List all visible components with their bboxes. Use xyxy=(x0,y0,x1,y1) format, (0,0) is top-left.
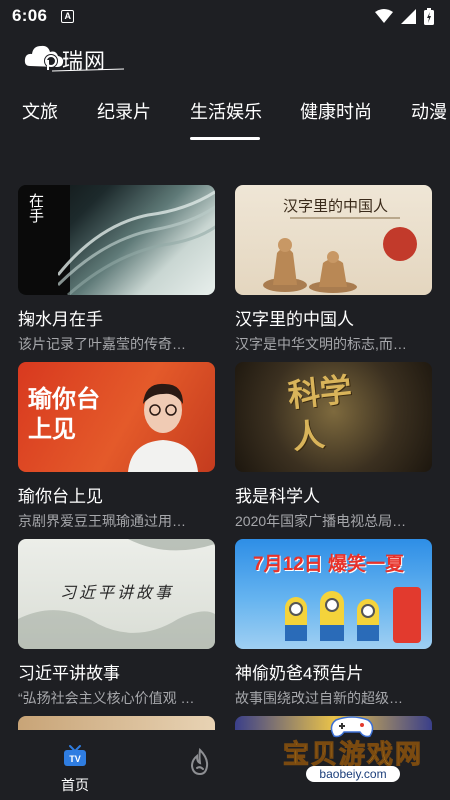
video-description: 京剧界爱豆王珮瑜通过用… xyxy=(18,513,186,529)
video-title: 神偷奶爸4预告片 xyxy=(235,664,364,683)
thumbnail-caption: 7月12日 爆笑一夏 xyxy=(253,554,404,575)
video-card[interactable]: 科学人 我是科学人 2020年国家广播电视总局… xyxy=(235,362,432,531)
app-logo: 瑞网 xyxy=(24,40,124,74)
site-watermark: 宝贝游戏网 baobeiy.com xyxy=(278,716,428,786)
notification-icon: A xyxy=(61,9,75,23)
video-title: 我是科学人 xyxy=(235,487,320,506)
video-description: 2020年国家广播电视总局… xyxy=(235,513,407,529)
video-card[interactable]: 习近平讲故事 习近平讲故事 “弘扬社会主义核心价值观 … xyxy=(18,539,215,708)
nav-hot[interactable] xyxy=(188,747,212,776)
thumbnail-caption: 汉字里的中国人 xyxy=(283,197,389,215)
video-title: 汉字里的中国人 xyxy=(235,310,354,329)
tab-health-fashion[interactable]: 健康时尚 xyxy=(300,98,372,124)
video-thumbnail[interactable]: 汉字里的中国人 xyxy=(235,185,432,295)
video-thumbnail[interactable]: 瑜你台上见 xyxy=(18,362,215,472)
video-description: 汉字是中华文明的标志,而… xyxy=(235,336,407,352)
thumbnail-caption: 瑜你台上见 xyxy=(28,384,100,443)
flame-icon xyxy=(190,747,209,776)
tv-badge: TV xyxy=(69,754,81,764)
video-description: 故事围绕改过自新的超级… xyxy=(235,690,403,706)
thumbnail-caption: 在手 xyxy=(27,193,45,223)
video-card[interactable]: 7月12日 爆笑一夏 神偷奶爸4预告片 故事围绕改过自新的超级… xyxy=(235,539,432,708)
tab-wenlv[interactable]: 文旅 xyxy=(22,98,58,124)
video-title: 瑜你台上见 xyxy=(18,487,103,506)
status-icons xyxy=(375,7,434,25)
nav-home-label: 首页 xyxy=(61,777,89,793)
video-title: 习近平讲故事 xyxy=(18,664,120,683)
video-description: 该片记录了叶嘉莹的传奇… xyxy=(18,336,186,352)
nav-home[interactable]: TV 首页 xyxy=(56,744,94,795)
video-description: “弘扬社会主义核心价值观 … xyxy=(18,690,195,706)
tab-anime[interactable]: 动漫 xyxy=(411,98,447,124)
video-card[interactable]: 汉字里的中国人 汉字里的中国人 汉字是中华文明的标志,而… xyxy=(235,185,432,354)
thumbnail-caption: 习近平讲故事 xyxy=(60,583,175,602)
status-bar: 6:06 A xyxy=(0,0,450,32)
category-tabs: 文旅 纪录片 生活娱乐 健康时尚 动漫 xyxy=(0,92,450,140)
video-thumbnail[interactable]: 在手 xyxy=(18,185,215,295)
active-tab-indicator xyxy=(190,137,260,140)
video-title: 掬水月在手 xyxy=(18,310,103,329)
red-seal-icon xyxy=(383,227,417,261)
tv-icon: TV xyxy=(64,745,86,766)
logo-underline xyxy=(52,68,124,72)
tab-documentary[interactable]: 纪录片 xyxy=(97,98,151,124)
signal-icon xyxy=(401,8,416,24)
video-thumbnail[interactable]: 习近平讲故事 xyxy=(18,539,215,649)
thumbnail-caption: 科学人 xyxy=(286,370,354,457)
video-thumbnail[interactable]: 科学人 xyxy=(235,362,432,472)
watermark-url: baobeiy.com xyxy=(306,766,400,782)
wifi-icon xyxy=(375,8,393,23)
tab-lifestyle[interactable]: 生活娱乐 xyxy=(190,98,262,124)
video-card[interactable]: 瑜你台上见 瑜你台上见 京剧界爱豆王珮瑜通过用… xyxy=(18,362,215,531)
video-card[interactable]: 在手 掬水月在手 该片记录了叶嘉莹的传奇… xyxy=(18,185,215,354)
video-thumbnail[interactable]: 7月12日 爆笑一夏 xyxy=(235,539,432,649)
battery-icon xyxy=(424,7,434,25)
status-time: 6:06 xyxy=(12,6,48,25)
